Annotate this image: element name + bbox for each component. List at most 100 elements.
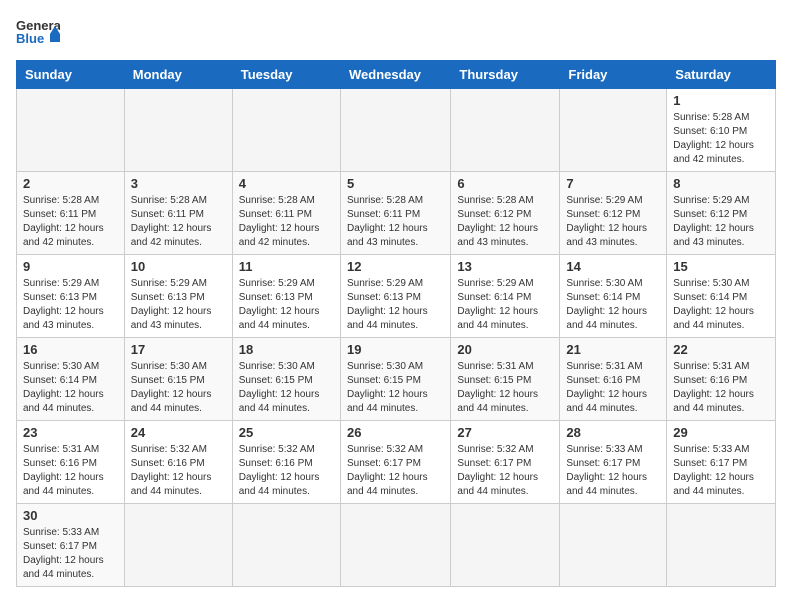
day-number: 15 bbox=[673, 259, 769, 274]
day-info: Sunrise: 5:33 AM Sunset: 6:17 PM Dayligh… bbox=[23, 526, 118, 582]
calendar-cell bbox=[451, 89, 560, 172]
calendar-cell: 23 Sunrise: 5:31 AM Sunset: 6:16 PM Dayli… bbox=[17, 421, 125, 504]
calendar-cell bbox=[667, 504, 776, 587]
calendar-cell bbox=[560, 504, 667, 587]
day-info: Sunrise: 5:30 AM Sunset: 6:15 PM Dayligh… bbox=[131, 360, 226, 416]
weekday-header-tuesday: Tuesday bbox=[232, 61, 340, 89]
logo: General Blue bbox=[16, 16, 60, 52]
day-number: 21 bbox=[566, 342, 660, 357]
day-number: 16 bbox=[23, 342, 118, 357]
day-info: Sunrise: 5:30 AM Sunset: 6:14 PM Dayligh… bbox=[673, 277, 769, 333]
day-number: 2 bbox=[23, 176, 118, 191]
weekday-header-wednesday: Wednesday bbox=[340, 61, 450, 89]
day-number: 25 bbox=[239, 425, 334, 440]
calendar-cell: 14 Sunrise: 5:30 AM Sunset: 6:14 PM Dayli… bbox=[560, 255, 667, 338]
day-number: 19 bbox=[347, 342, 444, 357]
day-info: Sunrise: 5:29 AM Sunset: 6:13 PM Dayligh… bbox=[131, 277, 226, 333]
logo-icon: General Blue bbox=[16, 16, 60, 52]
day-info: Sunrise: 5:33 AM Sunset: 6:17 PM Dayligh… bbox=[673, 443, 769, 499]
day-info: Sunrise: 5:29 AM Sunset: 6:13 PM Dayligh… bbox=[239, 277, 334, 333]
weekday-header-sunday: Sunday bbox=[17, 61, 125, 89]
day-number: 13 bbox=[457, 259, 553, 274]
calendar-cell: 7 Sunrise: 5:29 AM Sunset: 6:12 PM Daylig… bbox=[560, 172, 667, 255]
day-number: 7 bbox=[566, 176, 660, 191]
day-info: Sunrise: 5:33 AM Sunset: 6:17 PM Dayligh… bbox=[566, 443, 660, 499]
day-number: 9 bbox=[23, 259, 118, 274]
day-number: 28 bbox=[566, 425, 660, 440]
calendar-cell: 16 Sunrise: 5:30 AM Sunset: 6:14 PM Dayli… bbox=[17, 338, 125, 421]
day-number: 27 bbox=[457, 425, 553, 440]
calendar-cell: 30 Sunrise: 5:33 AM Sunset: 6:17 PM Dayli… bbox=[17, 504, 125, 587]
day-number: 29 bbox=[673, 425, 769, 440]
calendar-cell: 26Sunrise: 5:32 AM Sunset: 6:17 PM Dayli… bbox=[340, 421, 450, 504]
day-number: 11 bbox=[239, 259, 334, 274]
day-info: Sunrise: 5:31 AM Sunset: 6:16 PM Dayligh… bbox=[673, 360, 769, 416]
day-number: 18 bbox=[239, 342, 334, 357]
calendar-cell: 28 Sunrise: 5:33 AM Sunset: 6:17 PM Dayli… bbox=[560, 421, 667, 504]
day-number: 14 bbox=[566, 259, 660, 274]
calendar-cell: 21 Sunrise: 5:31 AM Sunset: 6:16 PM Dayli… bbox=[560, 338, 667, 421]
day-number: 23 bbox=[23, 425, 118, 440]
calendar-cell: 4Sunrise: 5:28 AM Sunset: 6:11 PM Daylig… bbox=[232, 172, 340, 255]
calendar-cell: 25 Sunrise: 5:32 AM Sunset: 6:16 PM Dayli… bbox=[232, 421, 340, 504]
day-number: 1 bbox=[673, 93, 769, 108]
day-info: Sunrise: 5:28 AM Sunset: 6:11 PM Dayligh… bbox=[131, 194, 226, 250]
calendar-cell: 12 Sunrise: 5:29 AM Sunset: 6:13 PM Dayli… bbox=[340, 255, 450, 338]
day-info: Sunrise: 5:29 AM Sunset: 6:13 PM Dayligh… bbox=[23, 277, 118, 333]
calendar: SundayMondayTuesdayWednesdayThursdayFrid… bbox=[16, 60, 776, 587]
day-info: Sunrise: 5:31 AM Sunset: 6:16 PM Dayligh… bbox=[23, 443, 118, 499]
header: General Blue bbox=[16, 16, 776, 52]
day-number: 10 bbox=[131, 259, 226, 274]
day-info: Sunrise: 5:31 AM Sunset: 6:15 PM Dayligh… bbox=[457, 360, 553, 416]
day-info: Sunrise: 5:29 AM Sunset: 6:12 PM Dayligh… bbox=[566, 194, 660, 250]
day-number: 8 bbox=[673, 176, 769, 191]
calendar-cell bbox=[451, 504, 560, 587]
calendar-cell: 10 Sunrise: 5:29 AM Sunset: 6:13 PM Dayli… bbox=[124, 255, 232, 338]
day-info: Sunrise: 5:28 AM Sunset: 6:11 PM Dayligh… bbox=[239, 194, 334, 250]
calendar-cell: 27 Sunrise: 5:32 AM Sunset: 6:17 PM Dayli… bbox=[451, 421, 560, 504]
calendar-cell: 15 Sunrise: 5:30 AM Sunset: 6:14 PM Dayli… bbox=[667, 255, 776, 338]
day-info: Sunrise: 5:29 AM Sunset: 6:12 PM Dayligh… bbox=[673, 194, 769, 250]
day-info: Sunrise: 5:32 AM Sunset: 6:17 PM Dayligh… bbox=[347, 443, 444, 499]
day-number: 24 bbox=[131, 425, 226, 440]
day-number: 17 bbox=[131, 342, 226, 357]
day-info: Sunrise: 5:29 AM Sunset: 6:13 PM Dayligh… bbox=[347, 277, 444, 333]
day-number: 3 bbox=[131, 176, 226, 191]
calendar-cell: 11 Sunrise: 5:29 AM Sunset: 6:13 PM Dayli… bbox=[232, 255, 340, 338]
day-number: 12 bbox=[347, 259, 444, 274]
calendar-cell: 24 Sunrise: 5:32 AM Sunset: 6:16 PM Dayli… bbox=[124, 421, 232, 504]
calendar-cell: 13 Sunrise: 5:29 AM Sunset: 6:14 PM Dayli… bbox=[451, 255, 560, 338]
calendar-cell: 8 Sunrise: 5:29 AM Sunset: 6:12 PM Daylig… bbox=[667, 172, 776, 255]
day-info: Sunrise: 5:28 AM Sunset: 6:10 PM Dayligh… bbox=[673, 111, 769, 167]
calendar-cell bbox=[232, 504, 340, 587]
calendar-cell: 29 Sunrise: 5:33 AM Sunset: 6:17 PM Dayli… bbox=[667, 421, 776, 504]
day-info: Sunrise: 5:30 AM Sunset: 6:15 PM Dayligh… bbox=[239, 360, 334, 416]
calendar-cell: 22 Sunrise: 5:31 AM Sunset: 6:16 PM Dayli… bbox=[667, 338, 776, 421]
day-info: Sunrise: 5:32 AM Sunset: 6:17 PM Dayligh… bbox=[457, 443, 553, 499]
day-info: Sunrise: 5:28 AM Sunset: 6:12 PM Dayligh… bbox=[457, 194, 553, 250]
day-number: 20 bbox=[457, 342, 553, 357]
calendar-cell: 3 Sunrise: 5:28 AM Sunset: 6:11 PM Daylig… bbox=[124, 172, 232, 255]
calendar-cell bbox=[232, 89, 340, 172]
day-info: Sunrise: 5:30 AM Sunset: 6:15 PM Dayligh… bbox=[347, 360, 444, 416]
day-info: Sunrise: 5:31 AM Sunset: 6:16 PM Dayligh… bbox=[566, 360, 660, 416]
calendar-cell bbox=[560, 89, 667, 172]
calendar-cell: 19 Sunrise: 5:30 AM Sunset: 6:15 PM Dayli… bbox=[340, 338, 450, 421]
weekday-header-monday: Monday bbox=[124, 61, 232, 89]
day-info: Sunrise: 5:32 AM Sunset: 6:16 PM Dayligh… bbox=[131, 443, 226, 499]
day-info: Sunrise: 5:28 AM Sunset: 6:11 PM Dayligh… bbox=[347, 194, 444, 250]
day-number: 22 bbox=[673, 342, 769, 357]
calendar-cell bbox=[340, 89, 450, 172]
weekday-header-saturday: Saturday bbox=[667, 61, 776, 89]
day-info: Sunrise: 5:28 AM Sunset: 6:11 PM Dayligh… bbox=[23, 194, 118, 250]
day-number: 30 bbox=[23, 508, 118, 523]
calendar-cell: 17 Sunrise: 5:30 AM Sunset: 6:15 PM Dayli… bbox=[124, 338, 232, 421]
calendar-cell: 1 Sunrise: 5:28 AM Sunset: 6:10 PM Daylig… bbox=[667, 89, 776, 172]
calendar-cell bbox=[124, 89, 232, 172]
day-info: Sunrise: 5:30 AM Sunset: 6:14 PM Dayligh… bbox=[23, 360, 118, 416]
day-info: Sunrise: 5:30 AM Sunset: 6:14 PM Dayligh… bbox=[566, 277, 660, 333]
calendar-cell: 6Sunrise: 5:28 AM Sunset: 6:12 PM Daylig… bbox=[451, 172, 560, 255]
day-info: Sunrise: 5:29 AM Sunset: 6:14 PM Dayligh… bbox=[457, 277, 553, 333]
day-info: Sunrise: 5:32 AM Sunset: 6:16 PM Dayligh… bbox=[239, 443, 334, 499]
weekday-header-thursday: Thursday bbox=[451, 61, 560, 89]
